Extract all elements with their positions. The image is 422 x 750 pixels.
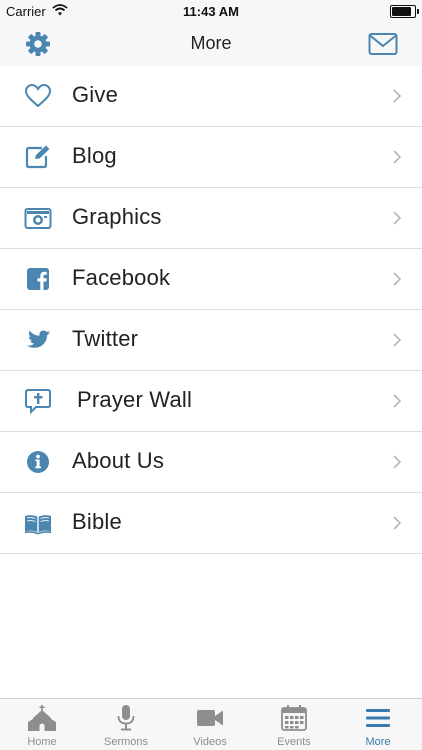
heart-icon	[24, 83, 52, 108]
video-camera-icon	[197, 710, 223, 726]
menu-item-label: Blog	[72, 143, 117, 168]
tab-bar: Home Sermons Videos Events More	[0, 698, 422, 750]
menu-item-twitter[interactable]: Twitter	[0, 310, 422, 371]
book-icon	[24, 515, 52, 535]
tab-label: Events	[277, 736, 311, 748]
menu-item-give[interactable]: Give	[0, 66, 422, 127]
menu-item-label: Facebook	[72, 265, 171, 290]
menu-item-bible[interactable]: Bible	[0, 493, 422, 554]
battery-icon	[390, 5, 419, 18]
prayer-bubble-icon	[25, 389, 51, 414]
tab-label: Videos	[193, 736, 227, 748]
menu-item-label: Graphics	[72, 204, 162, 229]
camera-icon	[24, 208, 52, 229]
navigation-bar: More	[0, 22, 422, 67]
microphone-icon	[117, 705, 135, 731]
menu-item-label: Twitter	[72, 326, 139, 351]
mail-icon[interactable]	[368, 32, 398, 56]
chevron-right-icon	[393, 89, 402, 103]
tab-videos[interactable]: Videos	[168, 699, 252, 750]
calendar-icon	[281, 705, 307, 731]
chevron-right-icon	[393, 394, 402, 408]
more-menu-list: Give Blog Graphics Facebook Twitter Pray…	[0, 66, 422, 554]
menu-item-graphics[interactable]: Graphics	[0, 188, 422, 249]
menu-item-label: Bible	[72, 509, 122, 534]
chevron-right-icon	[393, 455, 402, 469]
tab-events[interactable]: Events	[252, 699, 336, 750]
menu-item-label: Prayer Wall	[77, 387, 193, 412]
menu-item-label: About Us	[72, 448, 165, 473]
chevron-right-icon	[393, 272, 402, 286]
info-icon	[27, 451, 49, 473]
menu-item-facebook[interactable]: Facebook	[0, 249, 422, 310]
church-icon	[28, 705, 56, 731]
chevron-right-icon	[393, 150, 402, 164]
menu-item-prayer-wall[interactable]: Prayer Wall	[0, 371, 422, 432]
page-title: More	[190, 33, 232, 53]
menu-item-about-us[interactable]: About Us	[0, 432, 422, 493]
menu-item-label: Give	[72, 82, 119, 107]
tab-sermons[interactable]: Sermons	[84, 699, 168, 750]
edit-icon	[25, 145, 50, 169]
tab-home[interactable]: Home	[0, 699, 84, 750]
menu-icon	[366, 709, 390, 727]
tab-more[interactable]: More	[336, 699, 420, 750]
status-bar: Carrier 11:43 AM	[0, 0, 422, 22]
menu-item-blog[interactable]: Blog	[0, 127, 422, 188]
chevron-right-icon	[393, 516, 402, 530]
chevron-right-icon	[393, 211, 402, 225]
facebook-icon	[27, 268, 49, 290]
chevron-right-icon	[393, 333, 402, 347]
tab-label: Home	[27, 736, 57, 748]
status-time: 11:43 AM	[183, 4, 239, 19]
tab-label: More	[365, 736, 391, 748]
twitter-icon	[26, 330, 50, 348]
tab-label: Sermons	[103, 736, 149, 748]
